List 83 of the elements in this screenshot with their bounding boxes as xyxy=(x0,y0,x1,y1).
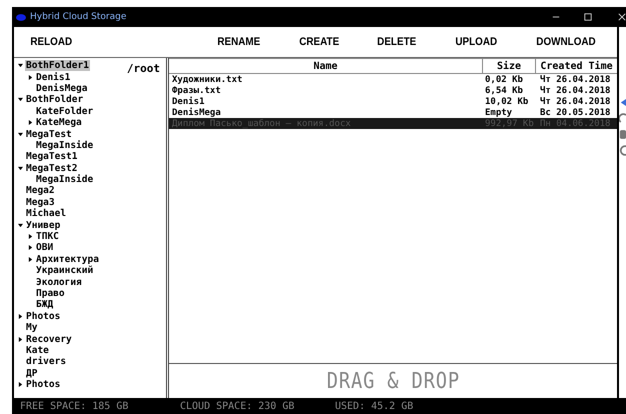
toolbar-button[interactable]: DOWNLOAD xyxy=(532,36,600,48)
table-cell-text: Чт 26.04.2018 xyxy=(539,96,612,106)
table-cell-text: Чт 26.04.2018 xyxy=(539,86,612,96)
drop-zone-label: DRAG & DROP xyxy=(326,368,460,394)
tree-item[interactable]: KateMega xyxy=(35,117,83,128)
collapsed-triangle-icon[interactable] xyxy=(28,234,33,240)
collapsed-triangle-icon[interactable] xyxy=(28,256,33,262)
tree-item[interactable]: KateFolder xyxy=(35,106,94,117)
tree-item[interactable]: MegaTest1 xyxy=(25,151,78,162)
column-header[interactable]: Created Time xyxy=(536,59,617,73)
tree-item[interactable]: MegaTest xyxy=(25,128,73,140)
tree-item[interactable]: БЖД xyxy=(35,299,54,310)
toolbar-button[interactable]: DELETE xyxy=(374,36,420,48)
link-icon[interactable] xyxy=(619,113,626,124)
tree-item[interactable]: BothFolder1 xyxy=(25,60,90,72)
file-row[interactable]: Художники.txt 0,02 Kb Чт 26.04.2018 xyxy=(169,74,617,85)
used-space-label: USED: 45.2 GB xyxy=(335,400,414,412)
tree-item[interactable]: Photos xyxy=(25,310,62,322)
tree-item[interactable]: drivers xyxy=(25,356,68,368)
tree-item[interactable]: MegaInside xyxy=(35,174,94,186)
tree-item[interactable]: DenisMega xyxy=(35,82,88,94)
free-space-label: FREE SPACE: 185 GB xyxy=(20,400,130,412)
maximize-icon[interactable] xyxy=(584,13,592,21)
expanded-triangle-icon[interactable] xyxy=(18,132,23,137)
tree-item[interactable]: Архитектура xyxy=(35,254,100,265)
tree-item[interactable]: ДР xyxy=(25,368,38,379)
tree-item[interactable]: Photos xyxy=(25,379,62,390)
tree-item[interactable]: Украинский xyxy=(35,265,94,276)
arrow-icon[interactable] xyxy=(619,97,626,108)
cloud-icon xyxy=(16,14,26,20)
table-cell-text: Чт 26.04.2018 xyxy=(539,74,612,84)
table-cell-text: Пн 04.06.2018 xyxy=(539,118,612,128)
database-icon[interactable] xyxy=(619,129,626,140)
file-row[interactable]: Фразы.txt 6,54 Kb Чт 26.04.2018 xyxy=(169,85,617,96)
window-title: Hybrid Cloud Storage xyxy=(30,12,126,22)
toolbar-button[interactable]: UPLOAD xyxy=(451,36,500,48)
table-cell-text: Художники.txt xyxy=(171,74,244,84)
tree-item[interactable]: Право xyxy=(35,288,66,299)
toolbar-button[interactable]: CREATE xyxy=(295,36,343,48)
table-cell-text: Диплом Пасько_шаблон — копия.docx xyxy=(171,118,352,128)
collapsed-triangle-icon[interactable] xyxy=(28,120,33,126)
toolbar-button[interactable]: RELOAD xyxy=(26,36,76,48)
tree-item[interactable]: MegaInside xyxy=(35,140,94,151)
tree-item[interactable]: Recovery xyxy=(25,334,73,345)
drop-zone[interactable]: DRAG & DROP xyxy=(169,363,617,398)
tree-item[interactable]: Mega2 xyxy=(25,185,56,196)
collapsed-triangle-icon[interactable] xyxy=(18,314,23,319)
table-cell-text: 992,97 Kb xyxy=(484,118,534,128)
tree-item[interactable]: Michael xyxy=(25,208,68,220)
table-cell-text: DenisMega xyxy=(171,108,222,118)
tree-item[interactable]: ОВИ xyxy=(35,242,54,254)
tree-item[interactable]: My xyxy=(25,322,38,334)
column-header[interactable]: Name xyxy=(169,59,483,73)
table-cell-text: Denis1 xyxy=(171,96,206,106)
path-label: /root xyxy=(126,62,160,75)
collapsed-triangle-icon[interactable] xyxy=(18,382,23,388)
table-cell-text: 6,54 Kb xyxy=(484,86,524,96)
tree-item[interactable]: Универ xyxy=(25,220,62,231)
expanded-triangle-icon[interactable] xyxy=(18,63,23,68)
expanded-triangle-icon[interactable] xyxy=(18,166,23,171)
table-cell-text: 0,02 Kb xyxy=(484,74,524,84)
file-row[interactable]: DenisMega Empty Вс 20.05.2018 xyxy=(169,107,617,118)
column-header[interactable]: Size xyxy=(483,59,536,73)
expanded-triangle-icon[interactable] xyxy=(18,97,23,102)
tree-item[interactable]: Экология xyxy=(35,276,83,288)
table-cell-text: Вс 20.05.2018 xyxy=(539,108,612,118)
tree-item[interactable]: Mega3 xyxy=(25,196,56,208)
collapsed-triangle-icon[interactable] xyxy=(18,336,23,342)
table-cell-text: Фразы.txt xyxy=(171,86,222,96)
toolbar-button[interactable]: RENAME xyxy=(214,36,264,48)
tree-item[interactable]: Denis1 xyxy=(35,72,72,83)
tree-item[interactable]: Kate xyxy=(25,344,50,356)
tree-item[interactable]: ТПКС xyxy=(35,231,60,242)
collapsed-triangle-icon[interactable] xyxy=(28,74,33,80)
cloud-space-label: CLOUD SPACE: 230 GB xyxy=(180,400,296,412)
close-icon[interactable] xyxy=(618,13,626,21)
tree-item[interactable]: BothFolder xyxy=(25,94,84,106)
tree-item[interactable]: MegaTest2 xyxy=(25,162,78,174)
table-cell-text: 10,02 Kb xyxy=(484,96,530,106)
table-cell-text: Empty xyxy=(484,108,514,118)
expanded-triangle-icon[interactable] xyxy=(18,222,23,228)
file-row[interactable]: Denis1 10,02 Kb Чт 26.04.2018 xyxy=(169,96,617,107)
collapsed-triangle-icon[interactable] xyxy=(28,245,33,250)
